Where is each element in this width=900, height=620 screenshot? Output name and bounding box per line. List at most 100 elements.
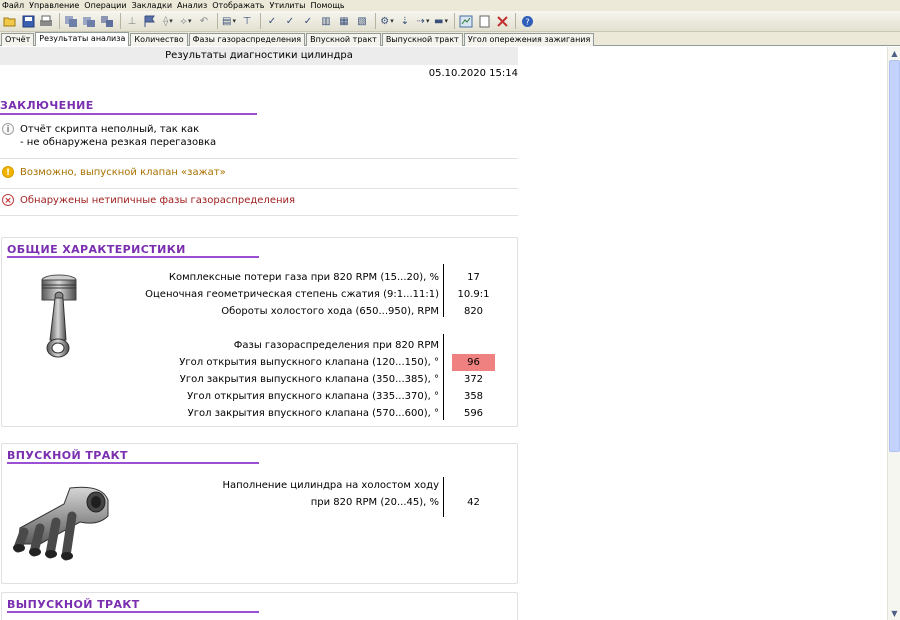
intake-heading: ВПУСКНОЙ ТРАКТ [7, 449, 259, 464]
check-icon[interactable]: ✓ [264, 13, 280, 29]
menu-help[interactable]: Помощь [308, 0, 347, 11]
data-row: Комплексные потери газа при 820 RPM (15.… [2, 269, 517, 286]
tab-ignition-advance[interactable]: Угол опережения зажигания [463, 33, 595, 46]
menu-bar: Файл Управление Операции Закладки Анализ… [0, 0, 900, 11]
conclusion-heading: ЗАКЛЮЧЕНИЕ [0, 99, 257, 115]
info-icon: i [2, 123, 14, 135]
row-label: Угол закрытия выпускного клапана (350...… [179, 374, 439, 385]
data-row: Угол открытия впускного клапана (335...3… [2, 388, 517, 405]
vertical-scrollbar[interactable]: ▲ ▼ [887, 47, 900, 620]
menu-analysis[interactable]: Анализ [175, 0, 210, 11]
scroll-down-icon[interactable]: ▼ [890, 609, 899, 618]
align-icon[interactable]: ⇣ [397, 13, 413, 29]
display-mode-icon[interactable]: ▬ [433, 13, 449, 29]
row-label: Угол открытия впускного клапана (335...3… [187, 391, 439, 402]
notes-icon[interactable] [476, 13, 492, 29]
menu-operations[interactable]: Операции [82, 0, 129, 11]
conclusion-message-error: × Обнаружены нетипичные фазы газораспред… [0, 190, 518, 216]
check-all-icon[interactable]: ✓ [282, 13, 298, 29]
menu-control[interactable]: Управление [27, 0, 82, 11]
tab-bar: Отчёт Результаты анализа Количество Фазы… [0, 32, 900, 46]
conclusion-message-info: i Отчёт скрипта неполный, так как - не о… [0, 123, 518, 159]
scrollbar-thumb[interactable] [889, 60, 900, 452]
save-icon[interactable] [20, 13, 36, 29]
data-row: Угол закрытия впускного клапана (570...6… [2, 405, 517, 422]
screenshot-icon[interactable] [458, 13, 474, 29]
report-icon[interactable]: ▦ [336, 13, 352, 29]
warning-icon: ! [2, 166, 14, 178]
row-label: Угол закрытия впускного клапана (570...6… [187, 408, 439, 419]
general-heading: ОБЩИЕ ХАРАКТЕРИСТИКИ [7, 243, 259, 258]
help-icon[interactable]: ? [519, 13, 535, 29]
row-value: 358 [463, 391, 484, 402]
toolbar: ⊥ ⟠ ⟡ ↶ ▤ ⊤ ✓ ✓ ✓ ▥ ▦ ▧ ⚙ ⇣ ⇢ ▬ ? [0, 11, 900, 32]
message-text: Отчёт скрипта неполный, так как [20, 124, 200, 135]
svg-text:?: ? [525, 17, 529, 26]
row-value: 17 [467, 272, 480, 283]
toolbar-separator [217, 13, 218, 29]
report-title: Результаты диагностики цилиндра [0, 47, 518, 65]
report-content: Результаты диагностики цилиндра 05.10.20… [0, 47, 887, 620]
error-icon: × [2, 194, 14, 206]
toolbar-separator [260, 13, 261, 29]
row-label: при 820 RPM (20...45), % [310, 497, 439, 508]
menu-bookmarks[interactable]: Закладки [130, 0, 175, 11]
row-label: Комплексные потери газа при 820 RPM (15.… [168, 272, 439, 283]
flag-icon[interactable] [142, 13, 158, 29]
data-row: Оценочная геометрическая степень сжатия … [2, 286, 517, 303]
print-icon[interactable] [38, 13, 54, 29]
message-text: - не обнаружена резкая перегазовка [20, 137, 217, 148]
row-value: 596 [463, 408, 484, 419]
row-value: 820 [463, 306, 484, 317]
tab-analysis-results[interactable]: Результаты анализа [35, 32, 130, 46]
row-label: Угол открытия выпускного клапана (120...… [179, 357, 439, 368]
compare-icon[interactable]: ▧ [354, 13, 370, 29]
menu-file[interactable]: Файл [0, 0, 27, 11]
tab-intake-tract[interactable]: Впускной тракт [306, 33, 381, 46]
intake-tract-panel: ВПУСКНОЙ ТРАКТ Наполнение цилиндра на хо… [1, 443, 518, 584]
row-value: 10.9:1 [457, 289, 490, 300]
open-folder-icon[interactable] [2, 13, 18, 29]
row-label: Обороты холостого хода (650...950), RPM [221, 306, 439, 317]
toolbar-separator [120, 13, 121, 29]
toolbar-separator [375, 13, 376, 29]
toolbar-separator [59, 13, 60, 29]
pin-icon[interactable]: ⊤ [239, 13, 255, 29]
row-value: 42 [467, 497, 480, 508]
measure-mode-icon[interactable]: ⟡ [178, 13, 194, 29]
menu-view[interactable]: Отображать [210, 0, 267, 11]
data-row: при 820 RPM (20...45), % 42 [2, 494, 517, 511]
toolbar-separator [515, 13, 516, 29]
cursor-mode-icon[interactable]: ⟠ [160, 13, 176, 29]
layers-icon[interactable] [99, 13, 115, 29]
toolbar-separator [454, 13, 455, 29]
conclusion-message-warning: ! Возможно, выпускной клапан «зажат» [0, 161, 518, 189]
copy-icon[interactable] [63, 13, 79, 29]
row-label: Фазы газораспределения при 820 RPM [233, 340, 439, 351]
check-selected-icon[interactable]: ✓ [300, 13, 316, 29]
tab-quantity[interactable]: Количество [130, 33, 188, 46]
message-text: Обнаружены нетипичные фазы газораспредел… [20, 195, 296, 206]
delete-icon[interactable] [494, 13, 510, 29]
tab-report[interactable]: Отчёт [1, 33, 35, 46]
menu-utilities[interactable]: Утилиты [267, 0, 308, 11]
graph-settings-icon[interactable]: ⚙ [379, 13, 395, 29]
tab-exhaust-tract[interactable]: Выпускной тракт [381, 33, 463, 46]
data-row: Фазы газораспределения при 820 RPM [2, 337, 517, 354]
document-icon[interactable]: ▥ [318, 13, 334, 29]
row-label: Оценочная геометрическая степень сжатия … [145, 289, 439, 300]
paste-icon[interactable] [81, 13, 97, 29]
timeline-icon[interactable]: ⇢ [415, 13, 431, 29]
scroll-up-icon[interactable]: ▲ [890, 49, 899, 58]
data-row: Обороты холостого хода (650...950), RPM … [2, 303, 517, 320]
tab-valve-timing[interactable]: Фазы газораспределения [188, 33, 306, 46]
marker-down-icon[interactable]: ⊥ [124, 13, 140, 29]
report-datetime: 05.10.2020 15:14 [428, 68, 518, 79]
data-row: Угол закрытия выпускного клапана (350...… [2, 371, 517, 388]
message-text: Возможно, выпускной клапан «зажат» [20, 167, 226, 178]
data-row: Наполнение цилиндра на холостом ходу [2, 477, 517, 494]
channel-select-icon[interactable]: ▤ [221, 13, 237, 29]
undo-icon[interactable]: ↶ [196, 13, 212, 29]
row-value-highlighted: 96 [452, 354, 495, 371]
row-value: 372 [463, 374, 484, 385]
